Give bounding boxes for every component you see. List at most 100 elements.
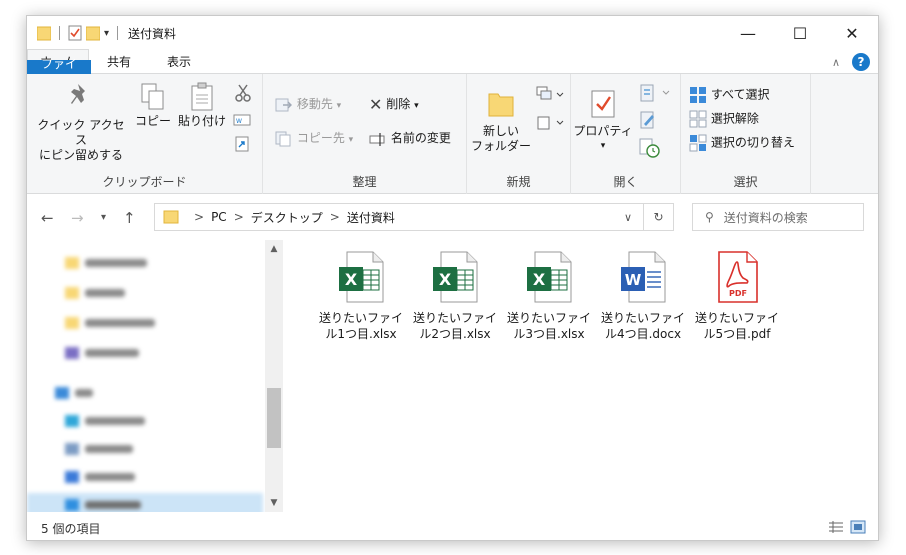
search-box[interactable]: ⚲ 送付資料の検索 xyxy=(692,203,864,231)
select-none-icon xyxy=(689,110,707,128)
tab-share[interactable]: 共有 xyxy=(89,49,149,73)
breadcrumb-pc[interactable]: PC xyxy=(211,210,227,224)
recent-locations-chevron-icon[interactable]: ▾ xyxy=(101,212,106,223)
nav-tree-item[interactable] xyxy=(65,412,145,430)
history-icon[interactable] xyxy=(639,138,661,158)
help-icon[interactable]: ? xyxy=(852,53,870,71)
copy-path-icon[interactable]: W xyxy=(233,114,251,126)
address-dropdown-chevron-icon[interactable]: ∨ xyxy=(613,204,643,230)
select-all-icon xyxy=(690,87,706,103)
file-item[interactable]: X 送りたいファイル3つ目.xlsx xyxy=(507,250,591,342)
ribbon: クイック アクセス にピン留めする コピー 貼り付け W クリップボード 移動先… xyxy=(27,74,878,194)
new-folder-icon[interactable] xyxy=(86,25,100,41)
window-title: 送付資料 xyxy=(128,26,177,41)
open-group-label: 開く xyxy=(613,175,638,189)
nav-tree-item[interactable] xyxy=(65,314,155,332)
word-file-icon: W xyxy=(621,251,666,303)
file-item[interactable]: W 送りたいファイル4つ目.docx xyxy=(601,250,685,342)
nav-tree-item[interactable] xyxy=(65,284,125,302)
open-icon[interactable] xyxy=(639,84,673,102)
file-item[interactable]: X 送りたいファイル1つ目.xlsx xyxy=(319,250,403,342)
copy-to-button[interactable]: コピー先 ▾ xyxy=(275,130,353,148)
refresh-icon[interactable]: ↻ xyxy=(643,204,673,230)
nav-tree-item[interactable] xyxy=(65,344,139,362)
paste-shortcut-icon[interactable] xyxy=(235,136,249,152)
nav-tree-item[interactable] xyxy=(65,440,133,458)
file-item[interactable]: X 送りたいファイル2つ目.xlsx xyxy=(413,250,497,342)
scroll-up-icon[interactable]: ▲ xyxy=(265,244,283,254)
scroll-down-icon[interactable]: ▼ xyxy=(265,498,283,508)
maximize-button[interactable]: ☐ xyxy=(774,16,826,50)
nav-tree-item[interactable] xyxy=(55,384,93,402)
quick-access-toolbar: ▾ xyxy=(27,25,122,41)
navigation-pane xyxy=(27,240,285,512)
forward-arrow-icon[interactable]: → xyxy=(71,209,84,227)
svg-text:X: X xyxy=(439,270,452,289)
new-folder-button[interactable]: 新しい フォルダー xyxy=(471,88,531,154)
pin-icon xyxy=(71,84,85,104)
pdf-file-icon: PDF xyxy=(718,251,758,303)
new-item-icon[interactable] xyxy=(535,86,565,104)
folder-icon xyxy=(37,26,51,41)
rename-button[interactable]: 名前の変更 xyxy=(369,130,451,147)
organize-group-label: 整理 xyxy=(352,175,377,189)
file-item[interactable]: PDF 送りたいファイル5つ目.pdf xyxy=(695,250,779,342)
select-all-button[interactable]: すべて選択 xyxy=(689,86,770,104)
ribbon-tabs: ファイル ホーム 共有 表示 ∧ ? xyxy=(27,49,878,88)
copy-button[interactable]: コピー xyxy=(133,82,173,129)
nav-tree-item[interactable] xyxy=(65,468,135,486)
new-folder-icon xyxy=(488,93,514,117)
edit-icon[interactable] xyxy=(639,110,657,130)
details-view-icon[interactable] xyxy=(828,520,844,534)
nav-tree-item[interactable] xyxy=(27,493,263,512)
close-button[interactable]: ✕ xyxy=(826,16,878,50)
up-arrow-icon[interactable]: ↑ xyxy=(123,209,136,227)
move-to-button[interactable]: 移動先 ▾ xyxy=(275,96,341,114)
properties-button[interactable]: プロパティ ▾ xyxy=(571,88,635,154)
excel-file-icon: X xyxy=(527,251,572,303)
chevron-down-icon[interactable]: ▾ xyxy=(104,28,109,39)
paste-button[interactable]: 貼り付け xyxy=(177,82,227,129)
invert-selection-button[interactable]: 選択の切り替え xyxy=(689,134,795,152)
title-bar: ▾ 送付資料 — ☐ ✕ xyxy=(27,16,878,50)
file-name: 送りたいファイル5つ目.pdf xyxy=(695,311,780,341)
easy-access-icon[interactable] xyxy=(535,114,565,132)
svg-text:W: W xyxy=(236,118,242,125)
breadcrumb-current-folder[interactable]: 送付資料 xyxy=(347,209,395,226)
pin-quick-access-button[interactable]: クイック アクセス にピン留めする xyxy=(33,82,129,163)
svg-text:X: X xyxy=(533,270,546,289)
new-group-label: 新規 xyxy=(506,175,531,189)
select-none-button[interactable]: 選択解除 xyxy=(689,110,759,128)
item-count: 5 個の項目 xyxy=(41,521,101,536)
excel-file-icon: X xyxy=(433,251,478,303)
properties-icon[interactable] xyxy=(68,25,82,41)
delete-button[interactable]: ✕ 削除 ▾ xyxy=(369,96,419,114)
cut-icon[interactable] xyxy=(235,84,251,102)
file-name: 送りたいファイル4つ目.docx xyxy=(601,311,686,341)
properties-icon xyxy=(591,90,615,118)
copy-to-icon xyxy=(275,131,291,146)
breadcrumb-separator: > xyxy=(194,210,205,224)
breadcrumb-desktop[interactable]: デスクトップ xyxy=(251,209,323,226)
scrollbar-thumb[interactable] xyxy=(267,388,281,448)
copy-icon xyxy=(141,83,164,110)
separator xyxy=(117,26,119,40)
delete-icon: ✕ xyxy=(369,94,383,114)
address-bar[interactable]: > PC > デスクトップ > 送付資料 ∨ ↻ xyxy=(154,203,674,231)
paste-icon xyxy=(191,82,213,111)
rename-icon xyxy=(369,132,385,146)
separator xyxy=(59,26,60,40)
clipboard-group: クイック アクセス にピン留めする コピー 貼り付け W クリップボード xyxy=(27,74,263,194)
back-arrow-icon[interactable]: ← xyxy=(41,209,54,227)
select-group: すべて選択 選択解除 選択の切り替え 選択 xyxy=(681,74,811,194)
nav-tree-item[interactable] xyxy=(65,254,147,272)
large-icons-view-icon[interactable] xyxy=(850,520,866,534)
minimize-button[interactable]: — xyxy=(722,16,774,50)
chevron-down-icon: ▾ xyxy=(600,141,606,151)
excel-file-icon: X xyxy=(339,251,384,303)
search-placeholder: 送付資料の検索 xyxy=(723,210,808,225)
tab-view[interactable]: 表示 xyxy=(149,49,209,73)
collapse-ribbon-icon[interactable]: ∧ xyxy=(832,56,840,69)
nav-pane-scrollbar[interactable]: ▲ ▼ xyxy=(265,240,283,512)
status-bar: 5 個の項目 xyxy=(27,516,878,540)
